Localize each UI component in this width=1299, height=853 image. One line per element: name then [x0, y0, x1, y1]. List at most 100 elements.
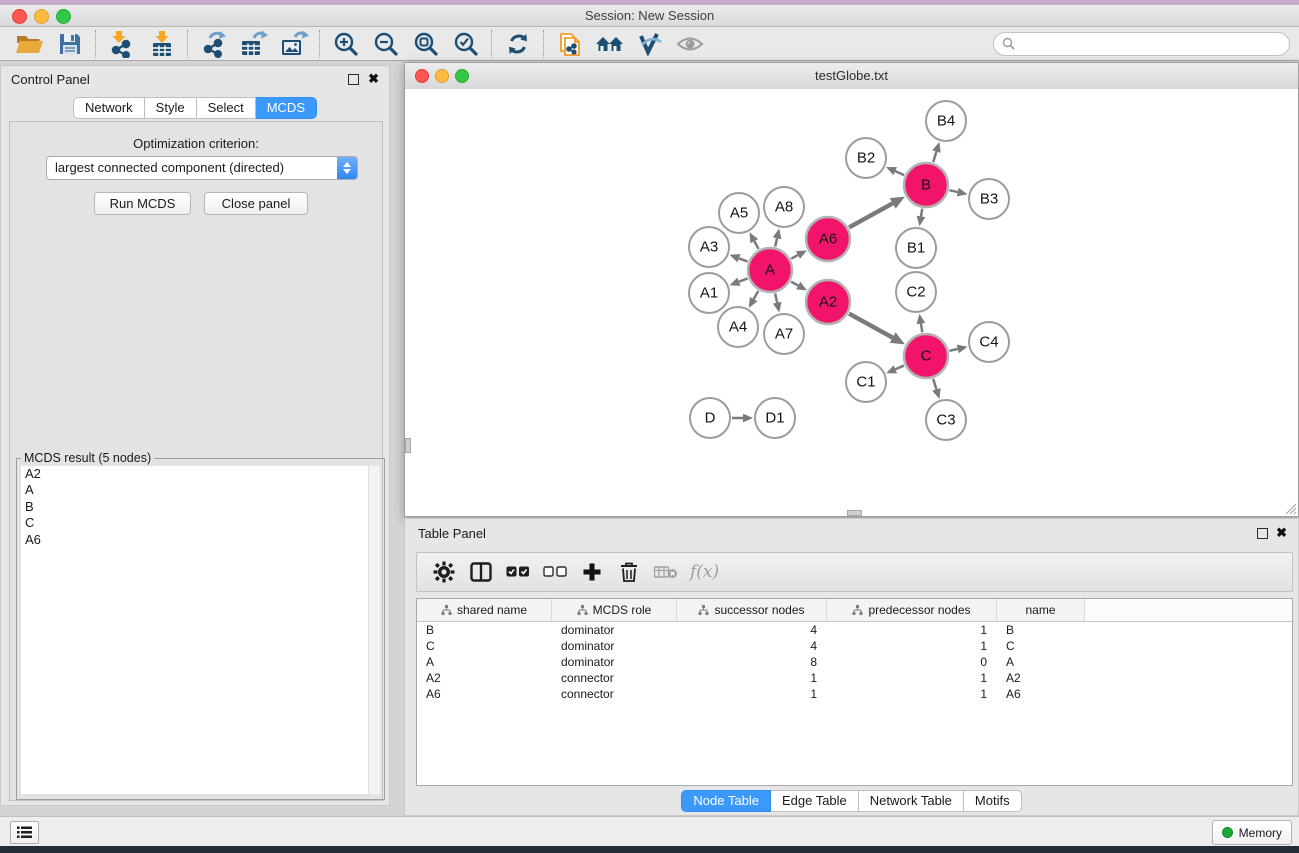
tab-network[interactable]: Network — [73, 97, 145, 119]
graph-edge-C-C4[interactable] — [949, 349, 957, 351]
graph-node-D1[interactable]: D1 — [755, 398, 795, 438]
graph-node-A5[interactable]: A5 — [719, 193, 759, 233]
graph-edge-C-C3[interactable] — [933, 379, 936, 390]
graph-edge-B-B3[interactable] — [949, 190, 957, 192]
resize-grip[interactable] — [1283, 501, 1297, 515]
refresh-view-button[interactable] — [498, 28, 538, 60]
graph-edge-B-B4[interactable] — [933, 152, 936, 163]
save-session-button[interactable] — [50, 28, 90, 60]
graph-node-D[interactable]: D — [690, 398, 730, 438]
search-input[interactable] — [1019, 36, 1273, 52]
split-columns-button[interactable] — [462, 554, 499, 590]
column-header-shared-name[interactable]: shared name — [417, 599, 552, 621]
graph-node-A[interactable]: A — [748, 248, 792, 292]
deselect-all-columns-button[interactable] — [536, 554, 573, 590]
graph-node-C3[interactable]: C3 — [926, 400, 966, 440]
function-builder-button[interactable]: f(x) — [690, 562, 719, 582]
graph-node-B2[interactable]: B2 — [846, 138, 886, 178]
tab-node-table[interactable]: Node Table — [681, 790, 771, 812]
status-list-button[interactable] — [10, 821, 39, 844]
graph-node-C2[interactable]: C2 — [896, 272, 936, 312]
graph-node-C1[interactable]: C1 — [846, 362, 886, 402]
close-table-panel-icon[interactable]: ✖ — [1276, 528, 1287, 538]
graph-edge-A-A5[interactable] — [754, 241, 758, 249]
graph-edge-A-A6[interactable] — [791, 255, 798, 259]
zoom-selected-button[interactable] — [446, 28, 486, 60]
graph-node-A8[interactable]: A8 — [764, 187, 804, 227]
tab-network-table[interactable]: Network Table — [859, 790, 964, 812]
graph-node-B[interactable]: B — [904, 163, 948, 207]
tab-motifs[interactable]: Motifs — [964, 790, 1022, 812]
graph-node-C[interactable]: C — [904, 334, 948, 378]
table-row[interactable]: A6connector11A6 — [417, 686, 1292, 702]
export-network-button[interactable] — [194, 28, 234, 60]
column-header-name[interactable]: name — [997, 599, 1085, 621]
zoom-fit-button[interactable] — [406, 28, 446, 60]
graph-edge-A-A7[interactable] — [775, 293, 777, 302]
toggle-style-button[interactable] — [630, 28, 670, 60]
graph-edge-A-A4[interactable] — [754, 291, 759, 299]
zoom-out-button[interactable] — [366, 28, 406, 60]
column-header-successor-nodes[interactable]: successor nodes — [677, 599, 827, 621]
graph-node-A6[interactable]: A6 — [806, 217, 850, 261]
network-canvas[interactable]: AA1A2A3A4A5A6A7A8BB1B2B3B4CC1C2C3C4DD1 — [405, 89, 1298, 516]
table-row[interactable]: A2connector11A2 — [417, 670, 1292, 686]
graph-edge-C-C2[interactable] — [921, 324, 922, 333]
float-table-panel-icon[interactable] — [1257, 528, 1268, 539]
show-all-levels-button[interactable] — [590, 28, 630, 60]
graph-edge-B-B1[interactable] — [921, 209, 922, 217]
show-hide-graphics-button[interactable] — [670, 28, 710, 60]
column-header-predecessor-nodes[interactable]: predecessor nodes — [827, 599, 997, 621]
network-horizontal-scroll-thumb[interactable] — [847, 510, 862, 516]
close-panel-icon[interactable]: ✖ — [368, 74, 379, 84]
graph-node-A1[interactable]: A1 — [689, 273, 729, 313]
memory-button[interactable]: Memory — [1212, 820, 1292, 845]
result-scrollbar[interactable] — [368, 466, 380, 794]
export-image-button[interactable] — [274, 28, 314, 60]
graph-edge-A-A3[interactable] — [739, 258, 748, 261]
tab-style[interactable]: Style — [145, 97, 197, 119]
graph-node-A3[interactable]: A3 — [689, 227, 729, 267]
graph-edge-A2-C[interactable] — [849, 314, 893, 338]
close-panel-button[interactable]: Close panel — [204, 192, 308, 215]
import-network-button[interactable] — [102, 28, 142, 60]
clone-network-button[interactable] — [550, 28, 590, 60]
network-vertical-scroll-thumb[interactable] — [405, 438, 411, 453]
delete-table-button[interactable] — [647, 554, 684, 590]
graph-edge-A-A2[interactable] — [791, 282, 798, 286]
graph-edge-B-B2[interactable] — [895, 171, 904, 175]
delete-column-button[interactable] — [610, 554, 647, 590]
graph-edge-A-A1[interactable] — [739, 278, 748, 281]
mcds-result-item[interactable]: A — [21, 482, 380, 498]
graph-node-B1[interactable]: B1 — [896, 228, 936, 268]
run-mcds-button[interactable]: Run MCDS — [94, 192, 191, 215]
add-column-button[interactable] — [573, 554, 610, 590]
export-table-button[interactable] — [234, 28, 274, 60]
tab-select[interactable]: Select — [197, 97, 256, 119]
graph-node-B3[interactable]: B3 — [969, 179, 1009, 219]
graph-edge-A-A8[interactable] — [775, 238, 777, 246]
table-settings-button[interactable] — [425, 554, 462, 590]
table-row[interactable]: Cdominator41C — [417, 638, 1292, 654]
graph-node-A2[interactable]: A2 — [806, 280, 850, 324]
graph-node-A4[interactable]: A4 — [718, 307, 758, 347]
table-row[interactable]: Adominator80A — [417, 654, 1292, 670]
mcds-result-item[interactable]: B — [21, 499, 380, 515]
graph-node-B4[interactable]: B4 — [926, 101, 966, 141]
table-row[interactable]: Bdominator41B — [417, 622, 1292, 638]
tab-mcds[interactable]: MCDS — [256, 97, 317, 119]
graph-edge-A6-B[interactable] — [849, 203, 893, 227]
float-panel-icon[interactable] — [348, 74, 359, 85]
column-header-MCDS-role[interactable]: MCDS role — [552, 599, 677, 621]
select-all-columns-button[interactable] — [499, 554, 536, 590]
network-graph[interactable]: AA1A2A3A4A5A6A7A8BB1B2B3B4CC1C2C3C4DD1 — [405, 89, 1298, 516]
mcds-result-item[interactable]: C — [21, 515, 380, 531]
import-table-button[interactable] — [142, 28, 182, 60]
optimization-select[interactable]: largest connected component (directed) — [46, 156, 358, 180]
graph-edge-C-C1[interactable] — [895, 366, 904, 370]
open-session-button[interactable] — [10, 28, 50, 60]
zoom-in-button[interactable] — [326, 28, 366, 60]
mcds-result-item[interactable]: A6 — [21, 532, 380, 548]
tab-edge-table[interactable]: Edge Table — [771, 790, 859, 812]
graph-node-C4[interactable]: C4 — [969, 322, 1009, 362]
